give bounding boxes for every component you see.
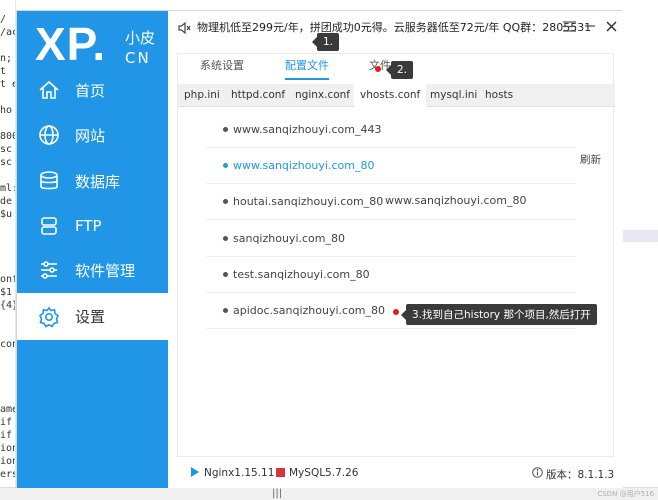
home-icon bbox=[37, 78, 61, 102]
code-line: / bbox=[0, 14, 7, 25]
subtab-nginx-conf[interactable]: nginx.conf bbox=[295, 84, 350, 107]
sidebar-item-settings[interactable]: 设置 bbox=[17, 293, 168, 340]
vhost-item[interactable]: sanqizhouyi.com_80 bbox=[206, 221, 576, 257]
tab-system-settings[interactable]: 系统设置 bbox=[200, 57, 244, 78]
config-file-tabs: php.ini httpd.conf nginx.conf vhosts.con… bbox=[178, 84, 615, 108]
code-line: ml: bbox=[0, 183, 15, 194]
watermark: CSDN @用户516 bbox=[597, 490, 654, 498]
background-code-editor: / /ac n; t t e ho 800 sc sc ml: de $u onf $1 {4}… bbox=[0, 0, 16, 500]
annotation-marker bbox=[393, 309, 399, 315]
code-line: ers bbox=[0, 469, 15, 480]
code-line: onf bbox=[0, 274, 15, 285]
sidebar-item-label: 网站 bbox=[75, 126, 106, 145]
code-line: de bbox=[0, 196, 13, 207]
code-line: $1 bbox=[0, 287, 13, 298]
subtab-httpd-conf[interactable]: httpd.conf bbox=[231, 84, 285, 107]
sidebar-item-website[interactable]: 网站 bbox=[17, 112, 168, 158]
code-line: t e bbox=[0, 79, 15, 90]
code-line: ion bbox=[0, 456, 15, 467]
sidebar-item-label: FTP bbox=[75, 217, 102, 235]
vhost-label: www.sanqizhouyi.com_443 bbox=[233, 123, 382, 136]
code-line: if bbox=[0, 430, 13, 441]
subtab-vhosts-conf[interactable]: vhosts.conf bbox=[354, 84, 427, 108]
annotation-step-3: 3.找到自己history 那个项目,然后打开 bbox=[401, 304, 597, 325]
menu-icon[interactable] bbox=[561, 18, 577, 34]
drag-ghost-label: www.sanqizhouyi.com_80 bbox=[385, 194, 527, 207]
sidebar: XP. 小皮 CN 首页 网站 数据库 FTP 软件管理 设置 bbox=[17, 11, 168, 488]
annotation-step-2: 2. bbox=[385, 61, 414, 79]
minimize-button[interactable] bbox=[582, 18, 598, 34]
info-icon[interactable] bbox=[532, 467, 543, 481]
background-selection-highlight bbox=[622, 230, 658, 242]
sidebar-item-database[interactable]: 数据库 bbox=[17, 158, 168, 204]
vhost-item[interactable]: www.sanqizhouyi.com_80 bbox=[206, 148, 576, 184]
close-button[interactable] bbox=[603, 18, 619, 34]
phpstudy-window: XP. 小皮 CN 首页 网站 数据库 FTP 软件管理 设置 物理机低至299… bbox=[16, 10, 623, 488]
vhost-item[interactable]: test.sanqizhouyi.com_80 bbox=[206, 257, 576, 293]
scrollbar-grip[interactable]: ||| bbox=[272, 488, 282, 499]
sidebar-item-label: 设置 bbox=[75, 308, 106, 326]
speaker-icon bbox=[177, 20, 191, 35]
server-icon bbox=[37, 214, 61, 238]
sidebar-item-label: 首页 bbox=[75, 81, 106, 100]
code-line: t bbox=[0, 66, 7, 77]
sidebar-item-ftp[interactable]: FTP bbox=[17, 203, 168, 249]
subtab-php-ini[interactable]: php.ini bbox=[184, 84, 220, 107]
tab-config-files[interactable]: 配置文件 bbox=[285, 57, 329, 80]
stop-icon[interactable] bbox=[276, 468, 285, 477]
subtab-mysql-ini[interactable]: mysql.ini bbox=[430, 84, 477, 107]
status-bar: Nginx1.15.11 MySQL5.7.26 版本：8.1.1.3 bbox=[168, 458, 623, 488]
code-line: /ac bbox=[0, 27, 15, 38]
logo-xp: XP. bbox=[35, 18, 107, 70]
code-line: ion bbox=[0, 443, 15, 454]
notice-text[interactable]: 物理机低至299元/年，拼团成功0元得。云服务器低至72元/年 QQ群：2805… bbox=[197, 19, 591, 35]
code-line: $u bbox=[0, 209, 13, 220]
background-scrollbar[interactable]: ||| CSDN @用户516 bbox=[0, 487, 658, 500]
settings-content: 系统设置 配置文件 文件 php.ini httpd.conf nginx.co… bbox=[177, 53, 615, 457]
gear-icon bbox=[37, 305, 61, 329]
globe-icon bbox=[37, 123, 61, 147]
code-line: {4} bbox=[0, 300, 15, 311]
play-icon[interactable] bbox=[191, 467, 199, 480]
code-line: ame bbox=[0, 404, 15, 415]
database-icon bbox=[37, 169, 61, 193]
vhost-label: www.sanqizhouyi.com_80 bbox=[233, 159, 375, 172]
sidebar-item-home[interactable]: 首页 bbox=[17, 67, 168, 113]
vhost-item[interactable]: www.sanqizhouyi.com_443 bbox=[206, 112, 576, 148]
annotation-marker bbox=[375, 66, 381, 72]
annotation-step-1: 1. bbox=[311, 33, 340, 51]
subtab-hosts[interactable]: hosts bbox=[485, 84, 513, 107]
app-logo: XP. 小皮 CN bbox=[35, 17, 155, 71]
sidebar-item-label: 软件管理 bbox=[75, 261, 136, 280]
sliders-icon bbox=[37, 258, 61, 282]
vhost-label: test.sanqizhouyi.com_80 bbox=[233, 268, 370, 281]
code-line: ho bbox=[0, 105, 13, 116]
code-line: if bbox=[0, 417, 13, 428]
code-line: 800 bbox=[0, 131, 15, 142]
bullet bbox=[223, 308, 228, 313]
bullet bbox=[223, 236, 228, 241]
refresh-button[interactable]: 刷新 bbox=[580, 152, 601, 167]
code-line: n; bbox=[0, 53, 13, 64]
sidebar-item-label: 数据库 bbox=[75, 172, 121, 191]
bullet bbox=[223, 163, 228, 168]
logo-cn-bottom: CN bbox=[125, 49, 151, 67]
code-line: sc bbox=[0, 157, 13, 168]
sidebar-item-software[interactable]: 软件管理 bbox=[17, 247, 168, 293]
code-line: con bbox=[0, 339, 15, 350]
bullet bbox=[223, 127, 228, 132]
logo-cn-top: 小皮 bbox=[125, 29, 156, 47]
bullet bbox=[223, 272, 228, 277]
version-label: 版本：8.1.1.3 bbox=[546, 469, 615, 481]
code-line: sc bbox=[0, 144, 13, 155]
main-panel: 物理机低至299元/年，拼团成功0元得。云服务器低至72元/年 QQ群：2805… bbox=[168, 11, 623, 488]
bullet bbox=[223, 199, 228, 204]
vhost-label: apidoc.sanqizhouyi.com_80 bbox=[233, 304, 386, 317]
vhost-label: sanqizhouyi.com_80 bbox=[233, 232, 345, 245]
vhost-label: houtai.sanqizhouyi.com_80 bbox=[233, 195, 384, 208]
nginx-status[interactable]: Nginx1.15.11 bbox=[204, 467, 274, 479]
notice-bar[interactable]: 物理机低至299元/年，拼团成功0元得。云服务器低至72元/年 QQ群：2805… bbox=[168, 11, 623, 43]
mysql-status[interactable]: MySQL5.7.26 bbox=[289, 467, 358, 479]
